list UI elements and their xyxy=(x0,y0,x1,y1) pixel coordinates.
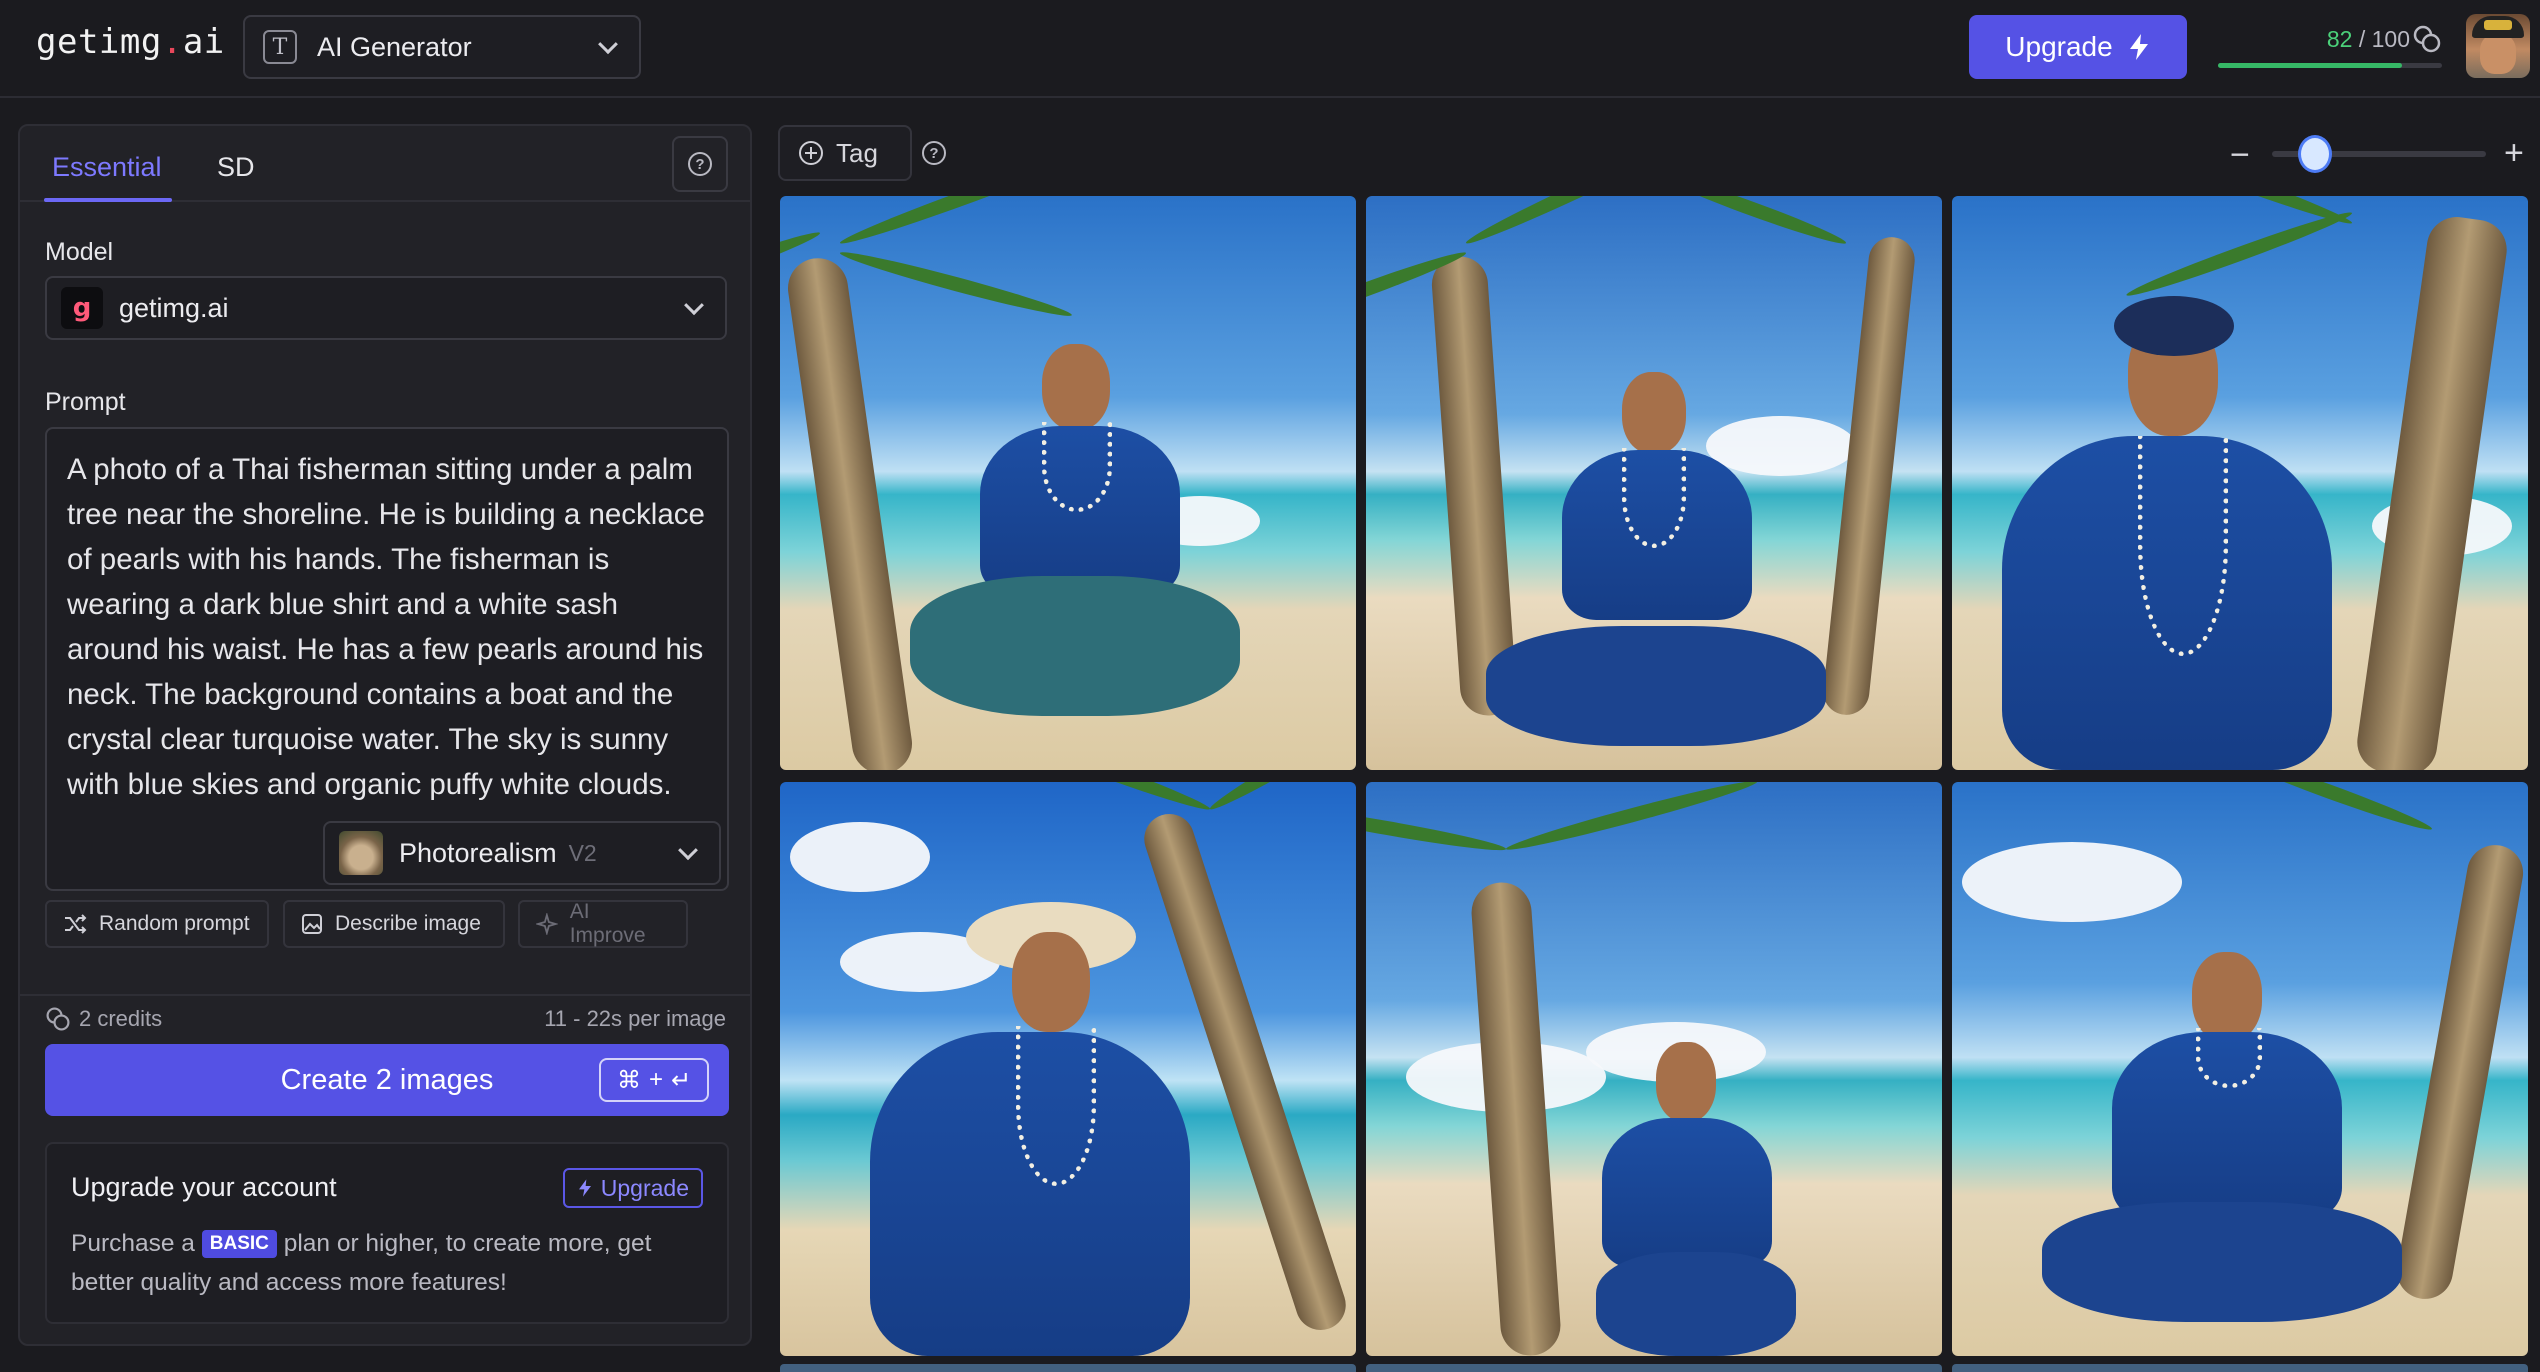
upgrade-card-button[interactable]: Upgrade xyxy=(562,1168,703,1208)
style-name: Photorealism xyxy=(399,837,557,868)
random-prompt-label: Random prompt xyxy=(99,912,250,935)
generated-image[interactable] xyxy=(1952,782,2528,1356)
app-logo[interactable]: getimg.ai xyxy=(36,22,225,62)
coins-icon xyxy=(46,1007,70,1031)
generated-image[interactable] xyxy=(780,782,1356,1356)
describe-image-label: Describe image xyxy=(335,912,481,935)
command-key-icon: ⌘ xyxy=(616,1066,641,1094)
panel-tabs: Essential SD ? xyxy=(20,126,750,202)
active-tab-indicator xyxy=(44,198,172,202)
generated-image[interactable] xyxy=(1366,196,1942,770)
getimg-logo-icon: g xyxy=(61,287,103,329)
tag-button-label: Tag xyxy=(836,137,878,168)
question-icon: ? xyxy=(688,152,712,176)
image-grid xyxy=(780,196,2528,1372)
tab-sd[interactable]: SD xyxy=(217,152,255,183)
model-select-value: getimg.ai xyxy=(119,292,229,323)
credits-meter[interactable]: 82 / 100 xyxy=(2218,20,2442,70)
zoom-slider-thumb[interactable] xyxy=(2297,135,2332,173)
generator-select[interactable]: T AI Generator xyxy=(243,15,641,79)
generator-select-label: AI Generator xyxy=(317,31,472,62)
upgrade-button[interactable]: Upgrade xyxy=(1969,15,2187,79)
chevron-down-icon xyxy=(684,295,704,316)
partial-image-row xyxy=(1952,1364,2528,1372)
model-select[interactable]: g getimg.ai xyxy=(45,276,727,340)
prompt-label: Prompt xyxy=(45,388,126,416)
model-label: Model xyxy=(45,238,114,266)
image-icon xyxy=(302,914,322,934)
zoom-out-button[interactable]: − xyxy=(2230,136,2250,175)
upgrade-card-button-label: Upgrade xyxy=(600,1174,689,1201)
tag-help-icon[interactable]: ? xyxy=(922,141,946,165)
upgrade-card-title: Upgrade your account xyxy=(71,1172,337,1202)
generated-image[interactable] xyxy=(780,196,1356,770)
lightning-icon xyxy=(2129,34,2148,60)
upgrade-card-description: Purchase a BASIC plan or higher, to crea… xyxy=(71,1230,652,1296)
coins-icon xyxy=(2413,25,2441,53)
random-prompt-button[interactable]: Random prompt xyxy=(45,900,269,948)
ai-improve-label: AI Improve xyxy=(569,900,646,947)
credits-progress-bar xyxy=(2218,63,2442,68)
partial-image-row xyxy=(780,1364,1356,1372)
shortcut-plus: + xyxy=(648,1066,663,1093)
style-thumbnail xyxy=(339,831,383,875)
chevron-down-icon xyxy=(678,840,698,861)
basic-plan-badge: BASIC xyxy=(201,1230,277,1258)
generated-image[interactable] xyxy=(1366,782,1942,1356)
create-images-button[interactable]: Create 2 images ⌘ + ↵ xyxy=(45,1044,729,1116)
avatar[interactable] xyxy=(2466,14,2530,78)
enter-key-icon: ↵ xyxy=(670,1066,692,1094)
top-bar: getimg.ai T AI Generator Upgrade 82 / 10… xyxy=(0,0,2540,98)
plus-circle-icon xyxy=(799,141,823,165)
divider xyxy=(20,994,750,996)
shuffle-icon xyxy=(65,914,87,934)
credits-used: 82 xyxy=(2326,26,2353,52)
settings-panel: Essential SD ? Model g getimg.ai Prompt … xyxy=(18,124,752,1346)
style-select[interactable]: Photorealism V2 xyxy=(323,821,721,885)
tag-button[interactable]: Tag xyxy=(778,125,912,181)
credit-cost: 2 credits xyxy=(45,1006,162,1032)
tab-essential[interactable]: Essential xyxy=(52,152,162,183)
shortcut-hint: ⌘ + ↵ xyxy=(599,1058,709,1102)
lightning-icon xyxy=(578,1179,591,1197)
time-per-image: 11 - 22s per image xyxy=(544,1006,726,1031)
zoom-slider[interactable] xyxy=(2272,135,2486,173)
upgrade-button-label: Upgrade xyxy=(2005,31,2113,62)
chevron-down-icon xyxy=(598,34,618,55)
text-t-icon: T xyxy=(263,30,297,64)
upgrade-account-card: Upgrade your account Upgrade Purchase a … xyxy=(45,1142,729,1324)
style-version: V2 xyxy=(568,839,597,866)
credits-total: / 100 xyxy=(2358,26,2410,52)
partial-image-row xyxy=(1366,1364,1942,1372)
help-button[interactable]: ? xyxy=(672,136,728,192)
generated-image[interactable] xyxy=(1952,196,2528,770)
prompt-textarea[interactable]: A photo of a Thai fisherman sitting unde… xyxy=(45,427,729,891)
describe-image-button[interactable]: Describe image xyxy=(283,900,505,948)
sparkle-icon xyxy=(536,913,558,935)
credit-cost-label: 2 credits xyxy=(79,1006,163,1031)
ai-improve-button[interactable]: AI Improve xyxy=(518,900,688,948)
zoom-in-button[interactable]: + xyxy=(2504,134,2524,173)
prompt-text[interactable]: A photo of a Thai fisherman sitting unde… xyxy=(67,447,713,807)
